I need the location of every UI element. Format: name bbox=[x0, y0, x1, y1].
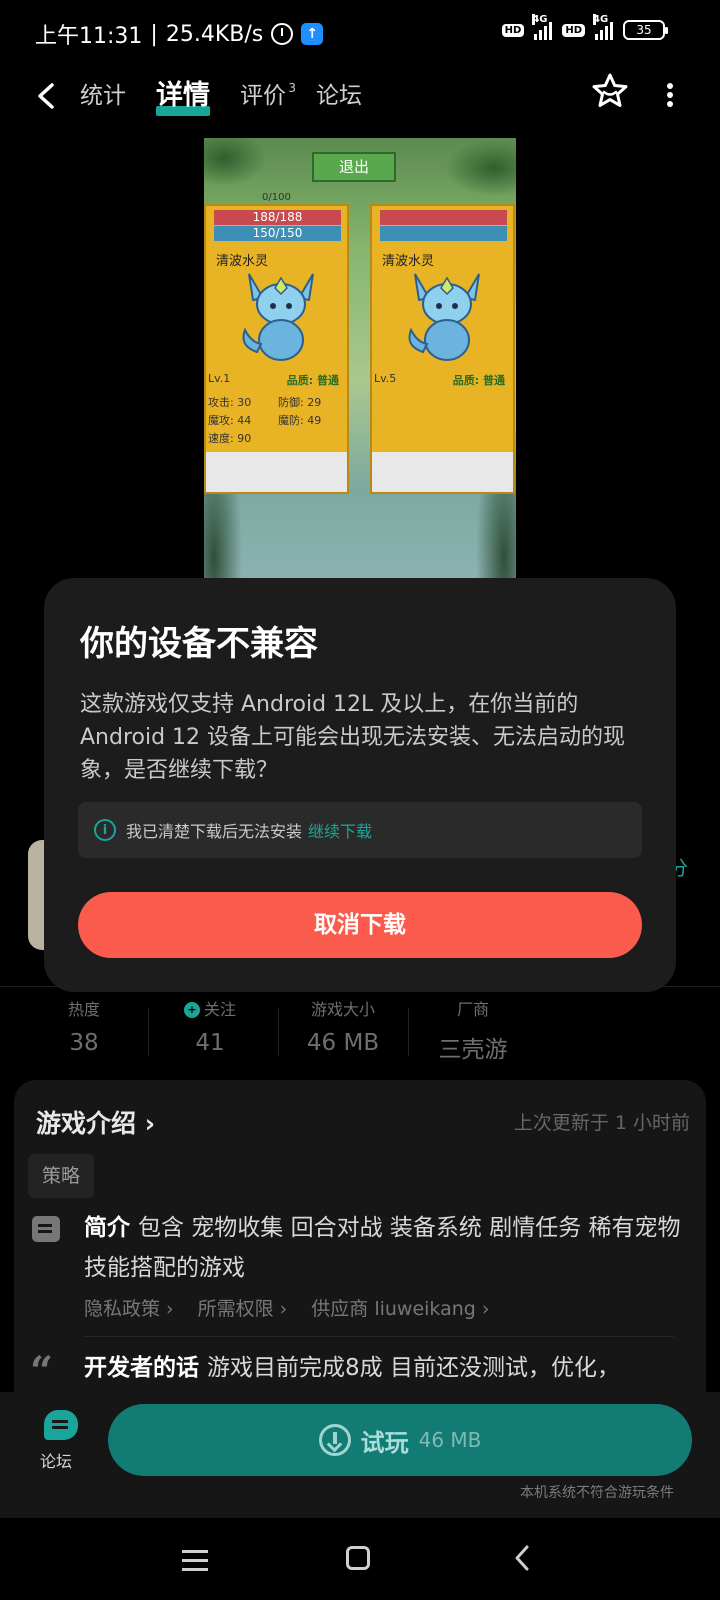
more-options-icon[interactable] bbox=[660, 80, 680, 110]
info-icon: i bbox=[94, 819, 116, 841]
bottom-action-bar: 论坛 试玩 46 MB 本机系统不符合游玩条件 bbox=[0, 1392, 720, 1518]
note-text: 我已清楚下载后无法安装 bbox=[126, 822, 303, 841]
tab-reviews-label: 评价 bbox=[240, 83, 286, 109]
continue-download-link[interactable]: 继续下载 bbox=[308, 818, 372, 842]
stat-attack: 攻击: 30 bbox=[208, 396, 252, 409]
hd-badge-2: HD bbox=[562, 23, 585, 37]
stat-game-size: 游戏大小 46 MB bbox=[306, 1000, 380, 1056]
supplier-link[interactable]: 供应商 liuweikang › bbox=[311, 1294, 489, 1321]
unmet-requirements-note: 本机系统不符合游玩条件 bbox=[520, 1485, 674, 1501]
dialog-title: 你的设备不兼容 bbox=[80, 624, 318, 664]
summary-label: 简介 bbox=[84, 1215, 130, 1241]
genre-tag[interactable]: 策略 bbox=[28, 1154, 95, 1198]
tab-stats[interactable]: 统计 bbox=[80, 76, 126, 116]
review-count-badge: 3 bbox=[288, 81, 296, 95]
pet-sprite-image bbox=[242, 273, 314, 361]
tab-forum[interactable]: 论坛 bbox=[316, 76, 362, 116]
signal-icon-2: 4G bbox=[593, 14, 613, 40]
forum-label[interactable]: 论坛 bbox=[40, 1448, 72, 1472]
stat-speed: 速度: 90 bbox=[208, 432, 252, 445]
dialog-message: 这款游戏仅支持 Android 12L 及以上，在你当前的 Android 12… bbox=[80, 692, 626, 783]
stats-row: 热度 38 + 关注 41 游戏大小 46 MB 厂商 三壳游 bbox=[0, 998, 720, 1070]
stat-vendor[interactable]: 厂商 三壳游 bbox=[413, 998, 533, 1064]
try-play-size: 46 MB bbox=[418, 1428, 482, 1452]
mp-bar: 150/150 bbox=[214, 226, 341, 241]
privacy-policy-link[interactable]: 隐私政策 › bbox=[84, 1294, 174, 1321]
try-play-label: 试玩 bbox=[360, 1428, 409, 1457]
forum-chat-icon[interactable] bbox=[44, 1410, 78, 1440]
permissions-link[interactable]: 所需权限 › bbox=[198, 1294, 288, 1321]
stat-defense: 防御: 29 bbox=[278, 396, 322, 409]
intro-links: 隐私政策 › 所需权限 › 供应商 liuweikang › bbox=[84, 1294, 489, 1321]
incompatible-dialog: 你的设备不兼容 这款游戏仅支持 Android 12L 及以上，在你当前的 An… bbox=[44, 578, 676, 992]
game-intro-section: 游戏介绍 › 上次更新于 1 小时前 策略 简介 包含 宠物收集 回合对战 装备系… bbox=[14, 1080, 706, 1400]
alarm-icon bbox=[271, 23, 294, 45]
system-nav-bar bbox=[0, 1518, 720, 1600]
hp-bar-empty bbox=[380, 210, 507, 225]
summary-icon bbox=[32, 1216, 60, 1242]
network-speed: 25.4KB/s bbox=[165, 21, 264, 47]
hp-bar: 188/188 bbox=[214, 210, 341, 225]
dialog-note: i 我已清楚下载后无法安装 继续下载 bbox=[78, 802, 642, 858]
try-play-button[interactable]: 试玩 46 MB bbox=[108, 1404, 692, 1476]
divider bbox=[0, 986, 720, 987]
pet-quality: 品质: 普通 bbox=[286, 374, 339, 387]
status-right: HD 4G HD 4G 35 bbox=[501, 14, 668, 40]
heart-plus-icon: + bbox=[183, 1002, 200, 1018]
tab-details[interactable]: 详情 bbox=[156, 76, 210, 116]
pet-card-left: 188/188 150/150 清波水灵 Lv.1 品质: 普通 攻击: 30 … bbox=[204, 204, 349, 494]
pet-quality: 品质: 普通 bbox=[452, 374, 505, 387]
tab-reviews[interactable]: 评价 3 bbox=[240, 76, 296, 116]
back-arrow-icon[interactable] bbox=[34, 81, 60, 111]
summary-text: 简介 包含 宠物收集 回合对战 装备系统 剧情任务 稀有宠物 技能搭配的游戏 bbox=[84, 1215, 681, 1281]
cancel-download-button[interactable]: 取消下载 bbox=[78, 892, 642, 958]
tab-bar: 统计 详情 评价 3 论坛 bbox=[80, 76, 362, 116]
system-back-icon[interactable] bbox=[512, 1544, 532, 1572]
status-left: 上午11:31 | 25.4KB/s ↑ bbox=[35, 18, 324, 50]
developer-note: 开发者的话 游戏目前完成8成 目前还没测试，优化， bbox=[84, 1355, 620, 1381]
game-screenshot[interactable]: 退出 0/100 188/188 150/150 清波水灵 Lv.1 品质: 普… bbox=[204, 138, 516, 578]
top-nav: 统计 详情 评价 3 论坛 bbox=[0, 66, 720, 126]
pet-sprite-image bbox=[408, 273, 480, 361]
status-bar: 上午11:31 | 25.4KB/s ↑ HD 4G HD 4G 35 bbox=[0, 0, 720, 66]
pet-card-right: 清波水灵 Lv.5 品质: 普通 bbox=[370, 204, 515, 494]
pet-level: Lv.5 bbox=[374, 372, 397, 385]
mp-bar-empty bbox=[380, 226, 507, 241]
favorite-star-icon[interactable] bbox=[590, 71, 630, 111]
intro-title-link[interactable]: 游戏介绍 › bbox=[36, 1104, 155, 1140]
quote-icon: “ bbox=[30, 1348, 54, 1395]
signal-icon-1: 4G bbox=[532, 14, 553, 40]
progress-counter: 0/100 bbox=[262, 192, 291, 203]
stat-magic-attack: 魔攻: 44 bbox=[208, 414, 252, 427]
pet-level: Lv.1 bbox=[208, 372, 231, 385]
recent-apps-icon[interactable] bbox=[182, 1550, 208, 1571]
stat-heat: 热度 38 bbox=[67, 1000, 100, 1056]
home-icon[interactable] bbox=[346, 1546, 370, 1570]
stat-magic-defense: 魔防: 49 bbox=[278, 414, 322, 427]
status-time: 上午11:31 bbox=[35, 24, 143, 49]
battery-icon: 35 bbox=[623, 20, 668, 40]
hd-badge-1: HD bbox=[501, 23, 525, 37]
last-updated: 上次更新于 1 小时前 bbox=[513, 1112, 690, 1134]
developer-note-label: 开发者的话 bbox=[84, 1355, 199, 1381]
stat-follow[interactable]: + 关注 41 bbox=[150, 998, 270, 1056]
download-icon bbox=[318, 1424, 351, 1456]
exit-button: 退出 bbox=[312, 152, 396, 182]
upload-icon: ↑ bbox=[301, 23, 324, 45]
